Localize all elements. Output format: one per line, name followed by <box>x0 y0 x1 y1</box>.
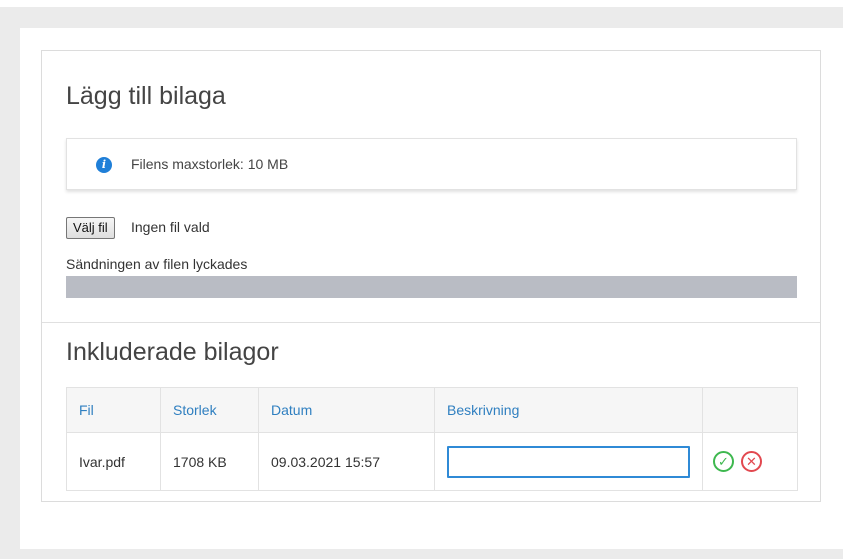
file-size-info-text: Filens maxstorlek: 10 MB <box>131 156 289 172</box>
row-actions-cell: ✓ ✕ <box>702 432 798 491</box>
column-header-actions <box>702 387 798 433</box>
upload-progress-bar <box>66 276 797 298</box>
file-size-info-box: i Filens maxstorlek: 10 MB <box>66 138 797 190</box>
file-date-cell: 09.03.2021 15:57 <box>258 432 435 491</box>
column-header-file: Fil <box>66 387 161 433</box>
check-circle-icon[interactable]: ✓ <box>713 451 734 472</box>
upload-success-message: Sändningen av filen lyckades <box>66 256 248 272</box>
file-size-cell: 1708 KB <box>160 432 259 491</box>
description-cell <box>434 432 703 491</box>
column-header-date: Datum <box>258 387 435 433</box>
choose-file-button[interactable]: Välj fil <box>66 217 115 239</box>
add-attachment-title: Lägg till bilaga <box>66 82 226 110</box>
section-divider <box>42 322 820 323</box>
file-name-cell: Ivar.pdf <box>66 432 161 491</box>
table-header-row: Fil Storlek Datum Beskrivning <box>66 387 798 433</box>
column-header-description: Beskrivning <box>434 387 703 433</box>
included-attachments-title: Inkluderade bilagor <box>66 338 279 366</box>
file-status-text: Ingen fil vald <box>131 219 210 235</box>
column-header-size: Storlek <box>160 387 259 433</box>
close-circle-icon[interactable]: ✕ <box>741 451 762 472</box>
info-icon: i <box>96 157 112 173</box>
upload-progress-fill <box>66 276 797 298</box>
table-row: Ivar.pdf 1708 KB 09.03.2021 15:57 ✓ ✕ <box>66 432 798 491</box>
description-input[interactable] <box>447 445 690 478</box>
attachments-table: Fil Storlek Datum Beskrivning Ivar.pdf 1… <box>66 387 798 491</box>
